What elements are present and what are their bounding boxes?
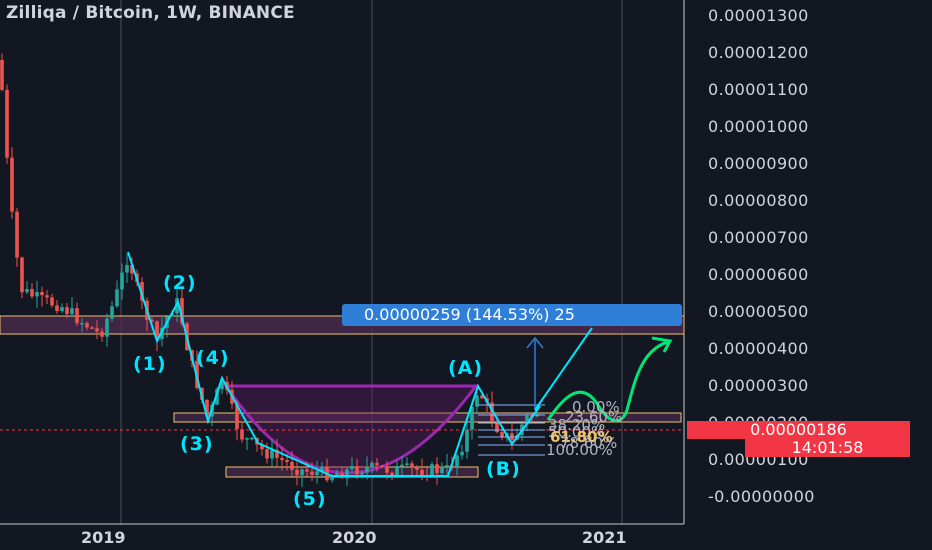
- wave-label-4: (4): [196, 347, 230, 369]
- candle-body: [75, 308, 79, 324]
- candle-body: [310, 471, 314, 476]
- chart-title: Zilliqa / Bitcoin, 1W, BINANCE: [6, 3, 295, 23]
- candle-body: [25, 289, 29, 293]
- candle-body: [390, 472, 394, 476]
- last-price-badge: 0.00000186: [687, 421, 910, 439]
- candle-body: [240, 429, 244, 440]
- candle-body: [20, 257, 24, 293]
- fib-label: 100.00%: [546, 441, 613, 459]
- candle-body: [440, 466, 444, 474]
- candle-body: [100, 331, 104, 337]
- candle-body: [410, 463, 414, 468]
- candle-body: [50, 297, 54, 306]
- y-tick-label: 0.00000700: [708, 228, 809, 247]
- y-tick-label: -0.00000000: [708, 487, 815, 506]
- candle-body: [120, 272, 124, 290]
- wave-label-2: (2): [163, 272, 197, 294]
- candle-body: [375, 462, 379, 466]
- y-tick-label: 0.00000500: [708, 302, 809, 321]
- y-tick-label: 0.00001200: [708, 43, 809, 62]
- candle-body: [65, 307, 69, 315]
- candle-body: [85, 322, 89, 328]
- candle-body: [5, 89, 9, 158]
- candle-body: [105, 318, 109, 337]
- candle-body: [55, 305, 59, 312]
- x-tick-label: 2020: [332, 528, 377, 547]
- x-tick-label: 2021: [582, 528, 627, 547]
- candle-body: [495, 422, 499, 433]
- candle-body: [30, 289, 34, 297]
- candle-body: [80, 322, 84, 325]
- y-tick-label: 0.00001100: [708, 80, 809, 99]
- candle-body: [40, 292, 44, 296]
- candle-body: [380, 465, 384, 467]
- candle-body: [365, 467, 369, 473]
- candle-body: [285, 459, 289, 463]
- candle-body: [395, 465, 399, 476]
- candle-body: [420, 469, 424, 476]
- y-tick-label: 0.00000900: [708, 154, 809, 173]
- candle-body: [350, 465, 354, 470]
- candle-body: [0, 60, 4, 90]
- candle-body: [15, 211, 19, 258]
- candle-body: [330, 476, 334, 481]
- y-tick-label: 0.00000800: [708, 191, 809, 210]
- candle-body: [305, 469, 309, 472]
- candle-body: [290, 462, 294, 470]
- wave-label-3: (3): [180, 433, 214, 455]
- candle-body: [405, 463, 409, 465]
- candle-body: [460, 451, 464, 456]
- candle-body: [250, 437, 254, 440]
- bar-countdown-badge: 14:01:58: [745, 439, 910, 457]
- x-tick-label: 2019: [81, 528, 126, 547]
- candle-body: [400, 464, 404, 467]
- measurement-label[interactable]: 0.00000259 (144.53%) 25: [342, 304, 682, 326]
- candle-body: [125, 265, 129, 273]
- candle-body: [245, 438, 249, 440]
- candle-body: [455, 455, 459, 468]
- candle-body: [385, 466, 389, 473]
- y-tick-label: 0.00000600: [708, 265, 809, 284]
- candle-body: [265, 449, 269, 459]
- wave-label-a: (A): [448, 357, 484, 379]
- y-tick-label: 0.00001000: [708, 117, 809, 136]
- candle-body: [355, 465, 359, 475]
- candle-body: [360, 472, 364, 475]
- y-tick-label: 0.00001300: [708, 6, 809, 25]
- candle-body: [60, 307, 64, 312]
- candle-body: [45, 295, 49, 298]
- candle-body: [280, 457, 284, 460]
- candle-body: [315, 471, 319, 476]
- candle-body: [110, 306, 114, 319]
- candle-body: [445, 465, 449, 467]
- candle-body: [415, 467, 419, 470]
- candle-body: [70, 308, 74, 315]
- y-tick-label: 0.00000300: [708, 376, 809, 395]
- candle-body: [95, 328, 99, 332]
- candle-body: [270, 450, 274, 459]
- candle-body: [465, 429, 469, 452]
- candle-body: [430, 464, 434, 477]
- candle-body: [435, 464, 439, 474]
- wave-label-5: (5): [293, 488, 327, 510]
- candle-body: [35, 292, 39, 297]
- candle-body: [90, 327, 94, 329]
- wave-label-b: (B): [486, 458, 521, 480]
- candle-body: [10, 157, 14, 212]
- wave-label-1: (1): [133, 353, 167, 375]
- candle-body: [300, 469, 304, 476]
- candle-body: [295, 469, 299, 476]
- candle-body: [370, 462, 374, 468]
- candle-body: [115, 289, 119, 307]
- y-tick-label: 0.00000400: [708, 339, 809, 358]
